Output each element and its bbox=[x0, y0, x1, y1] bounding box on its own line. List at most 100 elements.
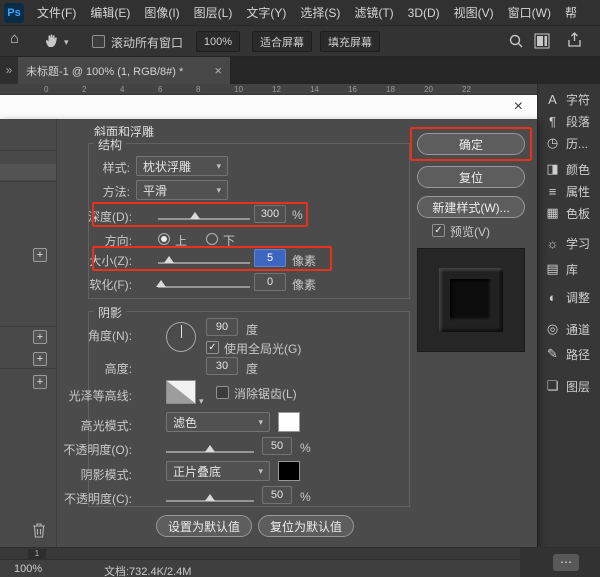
new-style-button[interactable]: 新建样式(W)... bbox=[417, 196, 525, 218]
reset-default-button[interactable]: 复位为默认值 bbox=[258, 515, 354, 537]
anti-alias-label: 消除锯齿(L) bbox=[234, 385, 297, 402]
angle-input[interactable]: 90 bbox=[206, 318, 238, 336]
annotation-box-ok bbox=[410, 127, 532, 161]
panel-tab-learn[interactable]: ☼ 学习 bbox=[545, 234, 590, 252]
search-icon[interactable] bbox=[508, 33, 524, 52]
share-icon[interactable] bbox=[566, 32, 583, 52]
direction-down-radio[interactable] bbox=[206, 233, 218, 245]
document-tab-bar: » 未标题-1 @ 100% (1, RGB/8#) * × bbox=[0, 57, 600, 84]
more-options-icon[interactable]: ⋯ bbox=[553, 554, 579, 571]
soften-label: 软化(F): bbox=[40, 276, 132, 293]
hand-tool-icon[interactable] bbox=[44, 33, 60, 52]
document-tab[interactable]: 未标题-1 @ 100% (1, RGB/8#) * × bbox=[18, 57, 230, 84]
menu-layer[interactable]: 图层(L) bbox=[187, 0, 240, 26]
panel-tab-properties[interactable]: ≡属性 bbox=[545, 182, 590, 200]
menu-image[interactable]: 图像(I) bbox=[137, 0, 186, 26]
right-panel-dock: A字符 ¶段落 ◷ 历... ◨颜色 ≡属性 ▦色板 ☼ 学习 ▤库 ◐调整 ◎通道… bbox=[537, 84, 600, 547]
preview-bevel-core bbox=[450, 279, 492, 321]
highlight-mode-select[interactable]: 滤色▾ bbox=[166, 412, 270, 432]
workspace-switcher-icon[interactable] bbox=[534, 33, 550, 52]
altitude-input[interactable]: 30 bbox=[206, 357, 238, 375]
panel-tab-label: 颜色 bbox=[566, 161, 590, 178]
panel-collapse-icon[interactable]: » bbox=[0, 57, 18, 84]
soften-unit: 像素 bbox=[292, 276, 316, 293]
shadow-opacity-unit: % bbox=[300, 490, 311, 504]
layer-style-dialog-titlebar[interactable]: × bbox=[0, 95, 537, 119]
global-light-checkbox[interactable]: ✓ bbox=[206, 341, 219, 354]
ruler-number: 12 bbox=[272, 85, 281, 94]
soften-slider[interactable] bbox=[158, 286, 250, 288]
menu-window[interactable]: 窗口(W) bbox=[501, 0, 558, 26]
ruler-number: 22 bbox=[462, 85, 471, 94]
add-item-button[interactable]: + bbox=[33, 352, 47, 366]
preview-checkbox[interactable]: ✓ bbox=[432, 224, 445, 237]
trash-icon[interactable] bbox=[32, 522, 46, 542]
gloss-contour-thumbnail[interactable] bbox=[166, 380, 196, 404]
highlight-opacity-thumb[interactable] bbox=[205, 445, 215, 452]
panel-tab-libraries[interactable]: ▤库 bbox=[545, 260, 578, 278]
style-label: 样式: bbox=[60, 159, 130, 176]
menu-type[interactable]: 文字(Y) bbox=[239, 0, 293, 26]
method-select-value: 平滑 bbox=[143, 182, 167, 199]
set-default-button[interactable]: 设置为默认值 bbox=[156, 515, 252, 537]
panel-tab-channels[interactable]: ◎通道 bbox=[545, 320, 590, 338]
style-select[interactable]: 枕状浮雕▾ bbox=[136, 156, 228, 176]
adjustments-panel-icon: ◐ bbox=[545, 290, 560, 305]
menu-file[interactable]: 文件(F) bbox=[30, 0, 83, 26]
hand-tool-caret-icon[interactable]: ▾ bbox=[64, 37, 69, 48]
menu-edit[interactable]: 编辑(E) bbox=[83, 0, 137, 26]
panel-tab-paragraph[interactable]: ¶段落 bbox=[545, 112, 590, 130]
highlight-opacity-slider[interactable] bbox=[166, 451, 254, 453]
ruler-number: 10 bbox=[234, 85, 243, 94]
menu-select[interactable]: 选择(S) bbox=[293, 0, 347, 26]
fit-screen-button[interactable]: 适合屏幕 bbox=[252, 31, 312, 52]
shadow-opacity-input[interactable]: 50 bbox=[262, 486, 292, 504]
character-panel-icon: A bbox=[545, 92, 560, 107]
ruler-number: 4 bbox=[120, 85, 124, 94]
chevron-down-icon: ▾ bbox=[258, 466, 263, 477]
scroll-all-windows-label: 滚动所有窗口 bbox=[111, 34, 183, 51]
shadow-opacity-slider[interactable] bbox=[166, 500, 254, 502]
panel-tab-color[interactable]: ◨颜色 bbox=[545, 160, 590, 178]
highlight-color-swatch[interactable] bbox=[278, 412, 300, 432]
chevron-down-icon: ▾ bbox=[216, 185, 221, 196]
method-select[interactable]: 平滑 ▾ bbox=[136, 180, 228, 200]
contour-caret-icon[interactable]: ▾ bbox=[199, 396, 204, 407]
soften-slider-thumb[interactable] bbox=[156, 280, 166, 287]
fill-screen-button[interactable]: 填充屏幕 bbox=[320, 31, 380, 52]
reset-button[interactable]: 复位 bbox=[417, 166, 525, 188]
angle-dial[interactable] bbox=[166, 322, 196, 352]
zoom-percent-field[interactable]: 100% bbox=[196, 31, 240, 52]
menu-filter[interactable]: 滤镜(T) bbox=[347, 0, 400, 26]
panel-tab-swatches[interactable]: ▦色板 bbox=[545, 204, 590, 222]
menu-bar: Ps 文件(F) 编辑(E) 图像(I) 图层(L) 文字(Y) 选择(S) 滤… bbox=[0, 0, 600, 26]
soften-input[interactable]: 0 bbox=[254, 273, 286, 291]
menu-view[interactable]: 视图(V) bbox=[447, 0, 501, 26]
home-icon[interactable]: ⌂ bbox=[10, 30, 19, 47]
status-zoom-field[interactable]: 100% bbox=[14, 563, 42, 575]
scroll-all-windows-checkbox[interactable] bbox=[92, 35, 105, 48]
shadow-mode-select[interactable]: 正片叠底▾ bbox=[166, 461, 270, 481]
learn-panel-icon: ☼ bbox=[545, 236, 560, 251]
panel-tab-history[interactable]: ◷ 历... bbox=[545, 134, 588, 152]
method-label: 方法: bbox=[60, 183, 130, 200]
anti-alias-checkbox[interactable] bbox=[216, 386, 229, 399]
shadow-opacity-thumb[interactable] bbox=[205, 494, 215, 501]
menu-help[interactable]: 帮 bbox=[558, 0, 584, 26]
dialog-close-icon[interactable]: × bbox=[514, 97, 523, 117]
panel-tab-label: 学习 bbox=[566, 235, 590, 252]
menu-3d[interactable]: 3D(D) bbox=[401, 0, 447, 26]
panel-tab-adjustments[interactable]: ◐调整 bbox=[545, 288, 590, 306]
highlight-opacity-input[interactable]: 50 bbox=[262, 437, 292, 455]
panel-tab-paths[interactable]: ✎路径 bbox=[545, 345, 590, 363]
ruler-number: 16 bbox=[348, 85, 357, 94]
panel-tab-label: 历... bbox=[566, 135, 588, 152]
preview-bevel-ring bbox=[439, 268, 503, 332]
shadow-color-swatch[interactable] bbox=[278, 461, 300, 481]
panel-tab-character[interactable]: A字符 bbox=[545, 90, 590, 108]
direction-up-radio[interactable] bbox=[158, 233, 170, 245]
history-panel-icon: ◷ bbox=[545, 135, 560, 151]
panel-tab-layers[interactable]: ❏图层 bbox=[545, 377, 590, 395]
tab-close-icon[interactable]: × bbox=[214, 63, 222, 78]
chevron-down-icon: ▾ bbox=[216, 161, 221, 172]
